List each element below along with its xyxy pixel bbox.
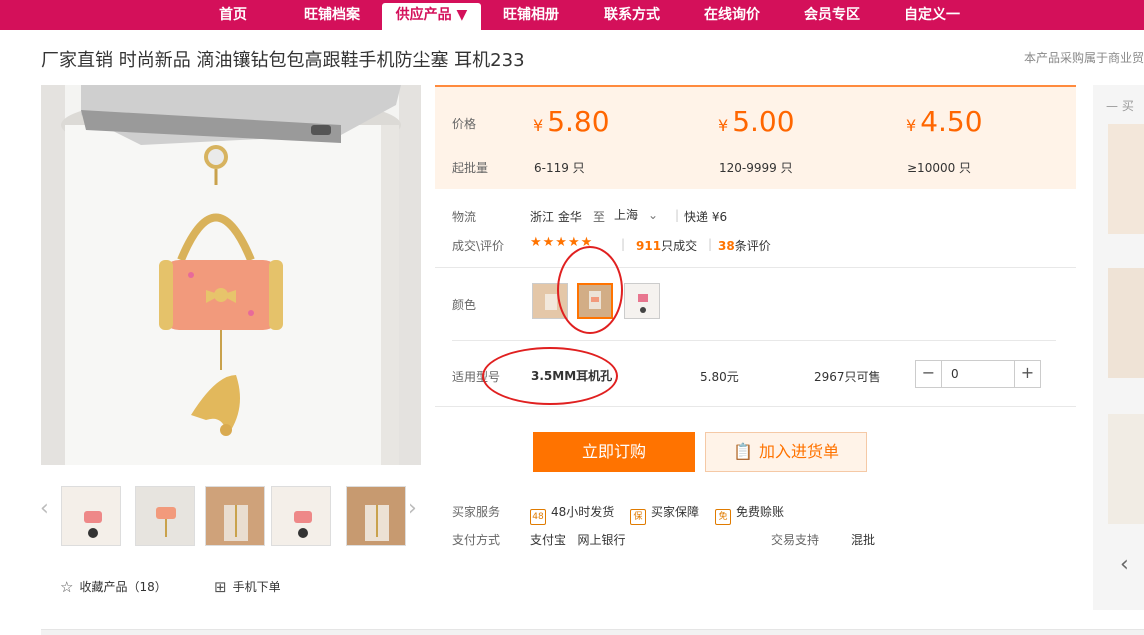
nav-custom-one[interactable]: 自定义一 — [895, 0, 969, 30]
trade-support-value: 混批 — [851, 533, 876, 547]
gallery-prev-arrow[interactable]: ‹ — [40, 496, 49, 521]
deal-count[interactable]: 911只成交 — [636, 237, 697, 254]
logistics-to-word: 至 — [593, 210, 606, 224]
thumb-image — [272, 487, 330, 545]
color-thumb — [625, 284, 659, 318]
nav-contact[interactable]: 联系方式 — [595, 0, 669, 30]
service-48h: 48 48小时发货 — [530, 503, 614, 525]
qty-tier-1: 6-119 只 — [534, 161, 585, 175]
bottom-divider — [41, 629, 1144, 635]
service-guarantee: 保买家保障 — [630, 503, 699, 525]
quantity-stepper[interactable]: − + — [915, 360, 1041, 388]
payment-label: 支付方式 — [452, 533, 501, 547]
product-illustration — [41, 85, 421, 465]
star-outline-icon: ☆ — [60, 578, 74, 596]
shipping-fee: 快递 ¥6 — [684, 210, 728, 224]
mobile-order-link[interactable]: ⊞ 手机下单 — [214, 578, 281, 596]
top-navigation: 首页 旺铺档案 供应产品 ▼ 旺铺相册 联系方式 在线询价 会员专区 自定义一 — [0, 0, 1144, 30]
divider — [435, 267, 1076, 268]
divider — [452, 340, 1056, 341]
color-option-3[interactable] — [624, 283, 660, 319]
model-label: 适用型号 — [452, 370, 501, 384]
main-product-image[interactable] — [41, 85, 421, 465]
favorite-product-link[interactable]: ☆ 收藏产品（18） — [60, 578, 167, 596]
logistics-from: 浙江 金华 — [530, 210, 582, 224]
nav-home[interactable]: 首页 — [205, 0, 261, 30]
shipping-48h-icon: 48 — [530, 509, 546, 525]
review-count[interactable]: 38条评价 — [718, 237, 771, 254]
color-option-2[interactable] — [577, 283, 613, 319]
credit-icon: 免 — [715, 509, 731, 525]
qr-code-icon: ⊞ — [214, 578, 227, 596]
quantity-input[interactable] — [943, 361, 1015, 387]
decrease-button[interactable]: − — [916, 361, 942, 387]
color-thumb — [579, 285, 611, 317]
gallery-thumb[interactable] — [61, 486, 121, 546]
payment-methods: 支付宝 网上银行 — [530, 533, 626, 547]
nav-member-zone[interactable]: 会员专区 — [795, 0, 869, 30]
increase-button[interactable]: + — [1014, 361, 1040, 387]
thumb-image — [136, 487, 194, 545]
logistics-label: 物流 — [452, 210, 477, 224]
price-tier-1: ¥5.80 — [533, 105, 610, 138]
mobile-order-label: 手机下单 — [232, 580, 281, 594]
rating-stars: ★★★★★ — [530, 235, 594, 250]
qty-tier-2: 120-9999 只 — [719, 161, 793, 175]
divider — [435, 406, 1076, 407]
price-tier-3: ¥4.50 — [906, 105, 983, 138]
thumb-image — [62, 487, 120, 545]
sidebar-heading: — 买 — [1106, 99, 1134, 113]
separator: | — [708, 237, 713, 251]
price-box: 价格 起批量 ¥5.80 6-119 只 ¥5.00 120-9999 只 ¥4… — [435, 85, 1076, 189]
clipboard-icon: 📋 — [733, 442, 753, 461]
trade-support-label: 交易支持 — [771, 533, 820, 547]
destination-select[interactable]: 上海 ⌄ — [614, 206, 658, 223]
add-to-cart-button[interactable]: 📋 加入进货单 — [705, 432, 867, 472]
model-price: 5.80元 — [700, 370, 739, 384]
nav-shop-album[interactable]: 旺铺相册 — [494, 0, 568, 30]
min-qty-label: 起批量 — [452, 161, 489, 175]
gallery-thumb[interactable] — [346, 486, 406, 546]
gallery-thumb[interactable] — [271, 486, 331, 546]
thumb-image — [347, 487, 405, 545]
separator: | — [675, 208, 680, 222]
nav-inquiry[interactable]: 在线询价 — [695, 0, 769, 30]
price-label: 价格 — [452, 117, 477, 131]
model-value: 3.5MM耳机孔 — [531, 369, 613, 383]
favorite-label: 收藏产品（18） — [79, 580, 167, 594]
color-option-1[interactable] — [532, 283, 568, 319]
shield-icon: 保 — [630, 509, 646, 525]
gallery-thumb[interactable] — [135, 486, 195, 546]
thumb-image — [206, 487, 264, 545]
nav-supply-products[interactable]: 供应产品 ▼ — [382, 3, 481, 30]
services-label: 买家服务 — [452, 505, 501, 519]
notice-text: 本产品采购属于商业贸 — [1024, 51, 1144, 65]
product-title: 厂家直销 时尚新品 滴油镶钻包包高跟鞋手机防尘塞 耳机233 — [41, 50, 525, 71]
trade-review-label: 成交\评价 — [452, 239, 505, 253]
buy-now-button[interactable]: 立即订购 — [533, 432, 695, 472]
qty-tier-3: ≥10000 只 — [907, 161, 972, 175]
sidebar-product-image[interactable] — [1108, 414, 1144, 524]
gallery-next-arrow[interactable]: › — [408, 496, 417, 521]
nav-shop-profile[interactable]: 旺铺档案 — [295, 0, 369, 30]
stock-available: 2967只可售 — [814, 370, 881, 384]
chevron-down-icon: ⌄ — [648, 208, 659, 222]
service-credit: 免免费赊账 — [715, 503, 784, 525]
sidebar-product-image[interactable] — [1108, 268, 1144, 378]
sidebar-product-image[interactable] — [1108, 124, 1144, 234]
gallery-thumb[interactable] — [205, 486, 265, 546]
color-label: 颜色 — [452, 298, 477, 312]
price-tier-2: ¥5.00 — [718, 105, 795, 138]
separator: | — [621, 237, 626, 251]
color-thumb — [533, 284, 567, 318]
sidebar-prev-arrow[interactable]: ‹ — [1120, 552, 1129, 577]
